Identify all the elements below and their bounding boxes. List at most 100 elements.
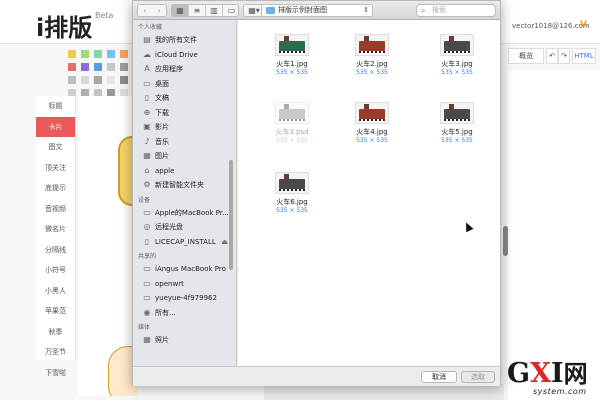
color-swatch[interactable] [81,50,89,58]
color-swatch[interactable] [120,50,128,58]
search-icon: ⌕ [421,6,426,15]
file-item[interactable]: 火车4.jpg 535 × 535 [345,102,399,145]
color-swatch[interactable] [107,50,115,58]
gallery-view-icon[interactable]: ▭ [223,5,240,16]
nav-item[interactable]: 分隔线 [36,240,75,261]
vip-badge[interactable]: V [580,20,587,30]
preview-button[interactable]: 概览 [508,48,544,64]
sidebar-item[interactable]: ▦ 照片 [133,333,236,348]
mouse-cursor-icon [462,220,474,233]
file-item[interactable]: 火车3.jpg 535 × 535 [430,34,484,77]
sidebar-item[interactable]: A 应用程序 [133,62,236,77]
sidebar-item[interactable]: ▭ 桌面 [133,77,236,92]
cancel-label: 取消 [432,373,446,381]
app-logo[interactable]: i排版 [36,8,92,43]
redo-icon[interactable]: ↷ [558,48,570,64]
nav-item[interactable]: 图文 [36,137,75,158]
sidebar-scrollbar[interactable] [229,160,233,270]
file-item[interactable]: 火车2.jpg 535 × 535 [345,34,399,77]
file-name: 火车2.jpg [356,60,388,68]
file-name: 火车3.jpg [441,60,473,68]
path-label: 排版示例封面图 [278,6,327,14]
color-swatch[interactable] [120,76,128,84]
dialog-sidebar: 个人收藏 ▤ 我的所有文件 ☁ iCloud Drive A 应用程序 ▭ 桌面 ▯ 文稿 ⊕ 下载 ▣ 影… [133,20,237,366]
sidebar-section-title: 媒体 [138,324,151,331]
watermark-domain: system.com [533,387,587,396]
color-swatch[interactable] [120,63,128,71]
color-swatch[interactable] [68,76,76,84]
network-icon: ▭ [143,278,151,288]
list-view-icon[interactable]: ≡ [189,5,206,16]
color-swatch[interactable] [94,76,102,84]
nav-item[interactable]: 微名片 [36,219,75,240]
nav-item[interactable]: 小黑人 [36,281,75,302]
color-swatch[interactable] [107,76,115,84]
editor-scrollbar[interactable] [503,226,508,256]
file-item[interactable]: 火车6.jpg 535 × 535 [265,172,319,215]
nav-item[interactable]: 音视频 [36,199,75,220]
nav-item[interactable]: 底提示 [36,178,75,199]
computer-icon: ▭ [143,264,151,273]
sidebar-item[interactable]: ♪ 音乐 [133,135,236,150]
sidebar-item[interactable]: ▦ 图片 [133,149,236,164]
sidebar-item[interactable]: ◎ 远程光盘 [133,220,236,235]
sidebar-item-label: 音乐 [155,137,169,146]
sidebar-item[interactable]: ⊕ 下载 [133,106,236,121]
color-swatch[interactable] [107,63,115,71]
sidebar-item[interactable]: ▯ 文稿 [133,91,236,106]
html-button[interactable]: HTML [572,48,596,64]
file-item[interactable]: 火车3.psd 535 × 535 [265,102,319,145]
sidebar-item[interactable]: ☁ iCloud Drive [133,48,236,63]
search-placeholder: 搜索 [432,6,446,14]
user-email[interactable]: vector1018@126.com [512,22,590,30]
sidebar-item[interactable]: ▤ 我的所有文件 [133,33,236,48]
sidebar-item[interactable]: ▭ iAngus MacBook Pro [133,262,236,277]
sidebar-item-label: 远程光盘 [155,223,183,231]
forward-icon[interactable]: › [152,5,166,16]
all-files-icon: ▤ [143,35,151,44]
sidebar-item[interactable]: ▭ openwrt [133,277,236,292]
icon-view-icon[interactable]: ▦ [172,5,189,16]
file-dimensions: 535 × 535 [356,137,388,144]
file-name: 火车5.jpg [441,128,473,136]
undo-icon[interactable]: ↶ [546,48,558,64]
sidebar-item-label: openwrt [155,279,184,288]
nav-item[interactable]: 秋季 [36,322,75,343]
sidebar-item[interactable]: ▭ Apple的MacBook Pr... [133,206,236,221]
color-swatch[interactable] [68,63,76,71]
sidebar-item[interactable]: ◉ 所有... [133,306,236,321]
file-item[interactable]: 火车1.jpg 535 × 535 [265,34,319,77]
sidebar-item-label: 我的所有文件 [155,36,197,44]
sidebar-item[interactable]: ▭ yueyue-4f979962 [133,291,236,306]
color-swatch[interactable] [94,63,102,71]
back-icon[interactable]: ‹ [138,5,152,16]
column-view-icon[interactable]: ▥ [206,5,223,16]
color-swatch[interactable] [81,63,89,71]
train-thumbnail [355,34,389,56]
nav-item[interactable]: 苹果范 [36,301,75,322]
sidebar-item[interactable]: ▣ 影片 [133,120,236,135]
file-dimensions: 535 × 535 [441,69,473,76]
cancel-button[interactable]: 取消 [421,371,457,383]
nav-item[interactable]: 卡片 [36,116,75,137]
photos-icon: ▦ [143,335,151,344]
color-swatch[interactable] [68,50,76,58]
color-swatch[interactable] [94,50,102,58]
file-name: 火车3.psd [275,128,309,136]
nav-item[interactable]: 标题 [36,96,75,117]
nav-item[interactable]: 小符号 [36,260,75,281]
nav-item[interactable]: 下雪啦 [36,363,75,384]
sidebar-item[interactable]: ▯ LICECAP_INSTALL ⏏ [133,235,236,250]
nav-item[interactable]: 万圣节 [36,342,75,363]
nav-item[interactable]: 顶关注 [36,158,75,179]
eject-icon[interactable]: ⏏ [221,235,228,250]
search-input[interactable]: ⌕ 搜索 [416,4,496,17]
sidebar-item[interactable]: ⚙ 新建智能文件夹 [133,178,236,193]
dialog-toolbar: ‹ › ▦ ≡ ▥ ▭ ▦▾ 排版示例封面图 ⇕ ⌕ 搜索 [133,1,500,20]
movies-icon: ▣ [143,122,151,131]
color-swatch[interactable] [81,76,89,84]
choose-button[interactable]: 选取 [461,371,495,383]
sidebar-item[interactable]: ⌂ apple [133,164,236,179]
file-item[interactable]: 火车5.jpg 535 × 535 [430,102,484,145]
path-popup[interactable]: 排版示例封面图 ⇕ [261,4,373,17]
